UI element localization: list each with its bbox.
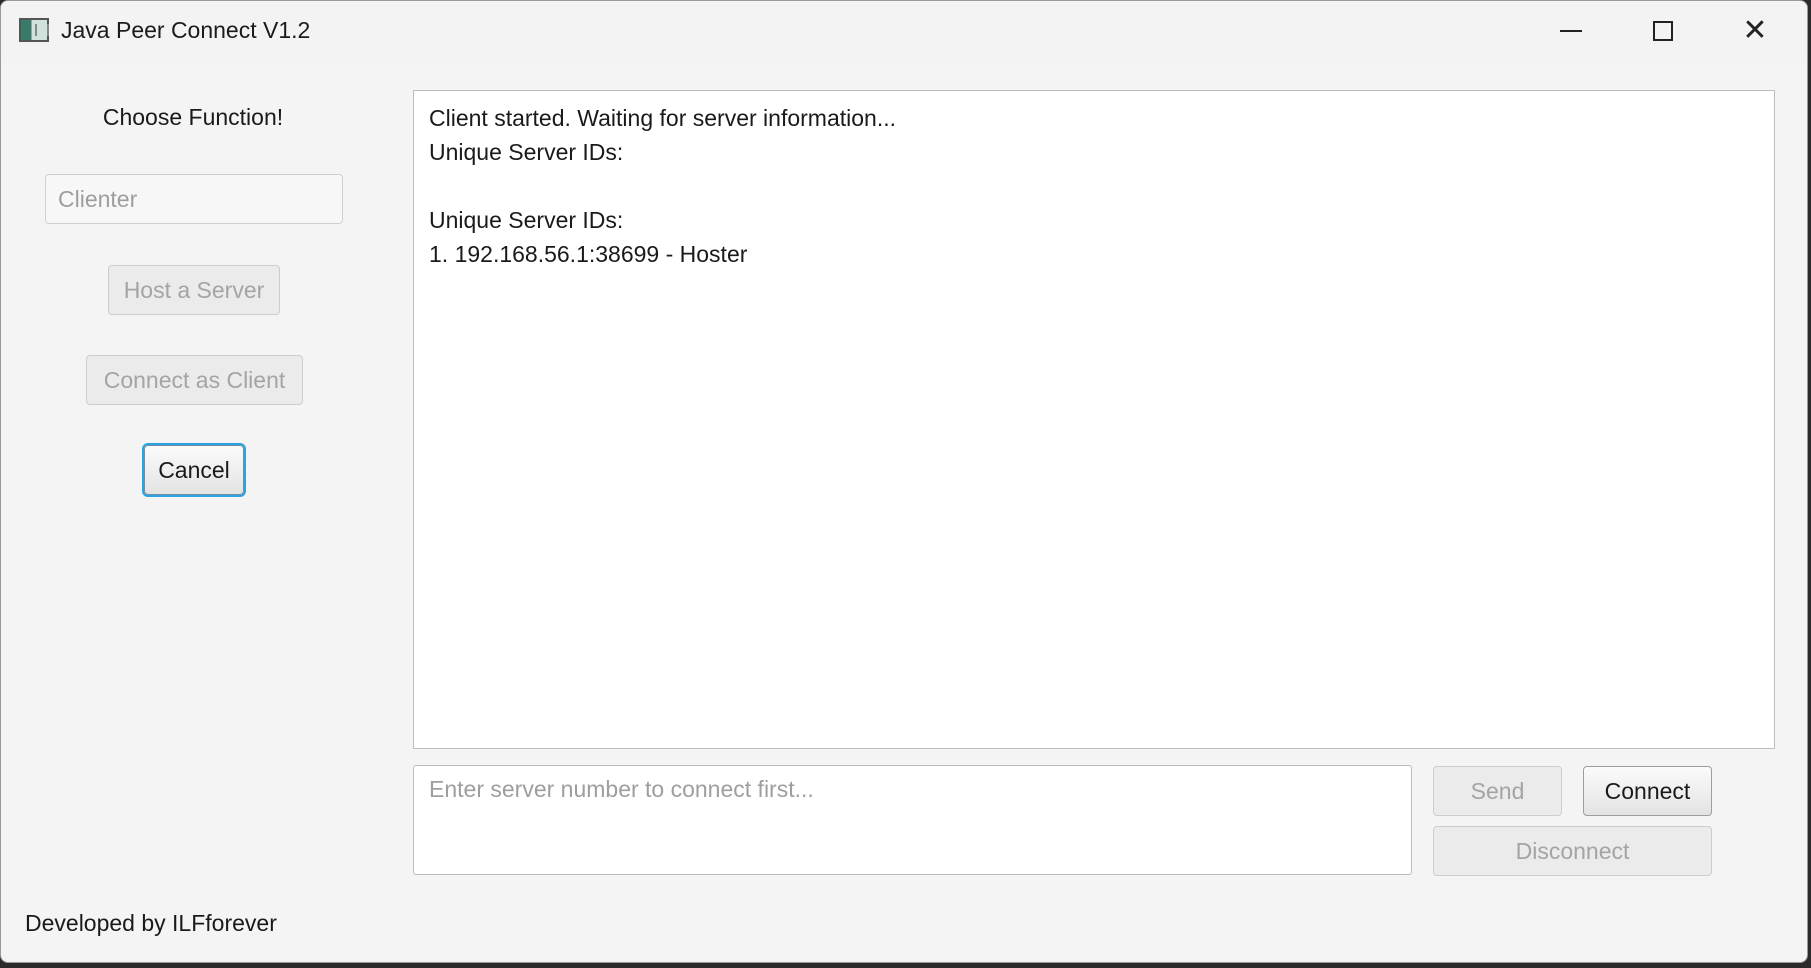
send-button[interactable]: Send	[1433, 766, 1562, 816]
connect-as-client-button[interactable]: Connect as Client	[86, 355, 303, 405]
minimize-icon	[1560, 30, 1582, 32]
title-bar[interactable]: Java Peer Connect V1.2 ✕	[1, 1, 1807, 61]
maximize-icon	[1653, 21, 1673, 41]
minimize-button[interactable]	[1525, 1, 1617, 61]
app-icon	[19, 18, 49, 42]
disconnect-button[interactable]: Disconnect	[1433, 826, 1712, 876]
log-line: Unique Server IDs:	[429, 139, 624, 165]
log-line: Unique Server IDs:	[429, 207, 624, 233]
log-line: 1. 192.168.56.1:38699 - Hoster	[429, 241, 748, 267]
app-window: Java Peer Connect V1.2 ✕ Choose Function…	[0, 0, 1808, 963]
developer-credit: Developed by ILFforever	[25, 910, 277, 936]
connect-button[interactable]: Connect	[1583, 766, 1712, 816]
log-output[interactable]: Client started. Waiting for server infor…	[413, 90, 1775, 749]
choose-function-label: Choose Function!	[102, 104, 284, 130]
close-button[interactable]: ✕	[1709, 1, 1801, 61]
maximize-button[interactable]	[1617, 1, 1709, 61]
log-line: Client started. Waiting for server infor…	[429, 105, 896, 131]
window-title: Java Peer Connect V1.2	[61, 17, 311, 43]
client-name-field[interactable]	[45, 174, 343, 224]
host-server-button[interactable]: Host a Server	[108, 265, 280, 315]
cancel-button[interactable]: Cancel	[144, 445, 244, 495]
message-input[interactable]	[413, 765, 1412, 875]
close-icon: ✕	[1742, 13, 1768, 48]
